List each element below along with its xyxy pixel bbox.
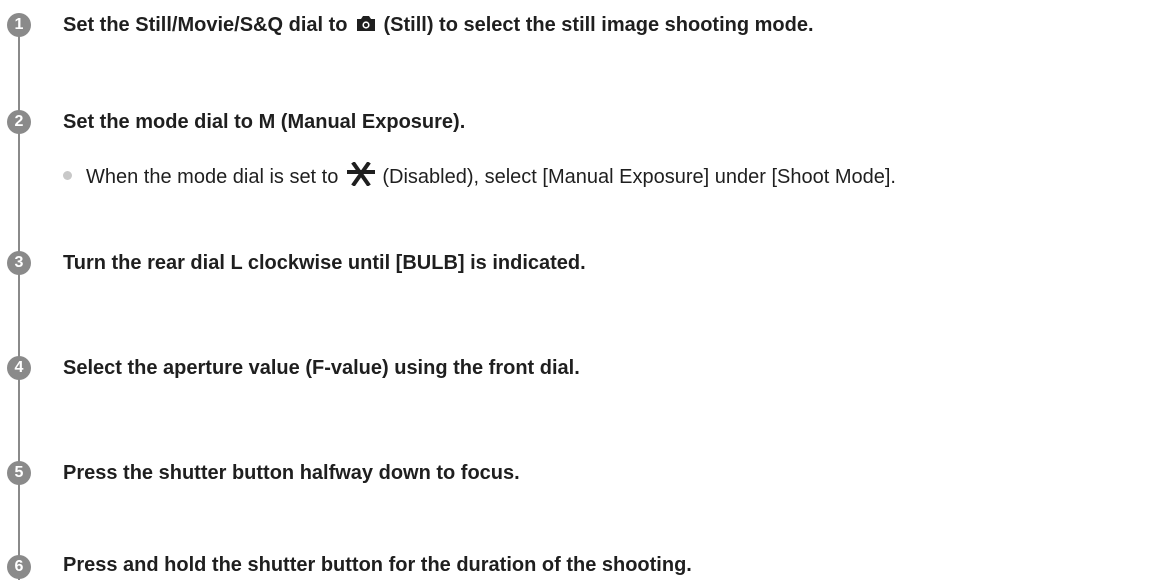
- step-note: When the mode dial is set to (Disabled), …: [63, 161, 896, 193]
- note-text-after: (Disabled), select [Manual Exposure] und…: [382, 166, 896, 188]
- step-number-badge: 2: [7, 110, 31, 134]
- step-instruction: Press the shutter button halfway down to…: [63, 462, 520, 484]
- step-instruction: Press and hold the shutter button for th…: [63, 554, 692, 576]
- step-text-after: (Still) to select the still image shooti…: [383, 14, 814, 36]
- step-instruction: Turn the rear dial L clockwise until [BU…: [63, 252, 586, 274]
- disabled-mode-icon: [346, 161, 376, 193]
- bullet-icon: [63, 171, 72, 180]
- note-text-before: When the mode dial is set to: [86, 166, 339, 188]
- step-number-badge: 1: [7, 13, 31, 37]
- step-instruction: Select the aperture value (F-value) usin…: [63, 357, 580, 379]
- step-number-badge: 5: [7, 461, 31, 485]
- camera-icon: [355, 12, 377, 41]
- step-number-badge: 6: [7, 555, 31, 579]
- step-instruction: Set the Still/Movie/S&Q dial to (Still) t…: [63, 12, 814, 41]
- step-number-badge: 3: [7, 251, 31, 275]
- step-instruction: Set the mode dial to M (Manual Exposure)…: [63, 111, 466, 133]
- step-list: 1 Set the Still/Movie/S&Q dial to (Still)…: [0, 0, 1162, 580]
- step-number-badge: 4: [7, 356, 31, 380]
- step-connector-line: [18, 24, 20, 580]
- step-text-before: Set the Still/Movie/S&Q dial to: [63, 14, 348, 36]
